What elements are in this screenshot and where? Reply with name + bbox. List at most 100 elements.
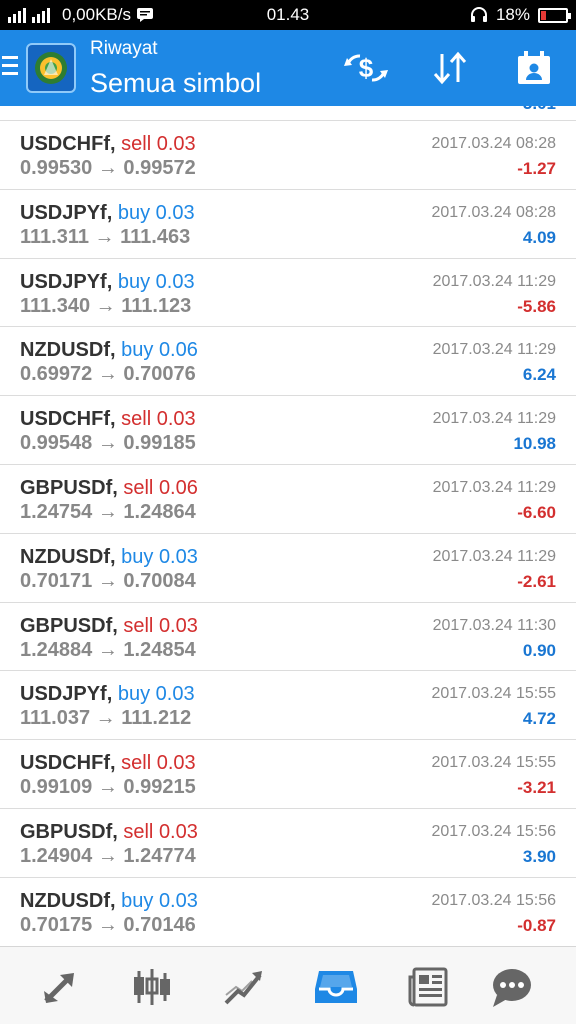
trade-title: USDJPYf, buy 0.03: [20, 202, 195, 225]
close-price: 0.70076: [123, 363, 196, 386]
list-item[interactable]: NZDUSDf, buy 0.03 0.70171 → 0.70084 2017.0…: [0, 534, 576, 603]
trade-title: NZDUSDf, buy 0.03: [20, 546, 198, 569]
trade-side: sell: [121, 752, 152, 775]
arrow-right-icon: →: [92, 157, 124, 179]
list-item[interactable]: GBPUSDf, sell 0.03 1.24904 → 1.24774 2017.…: [0, 809, 576, 878]
trade-side: sell: [121, 133, 152, 155]
nav-chart-candles-icon[interactable]: [126, 961, 178, 1013]
open-price: 0.99548: [20, 432, 93, 455]
trade-side-volume: buy 0.03: [121, 890, 198, 912]
arrow-right-icon: →: [92, 569, 124, 592]
trade-symbol: NZDUSDf: [20, 339, 110, 362]
list-item[interactable]: USDCHFf, sell 0.03 0.99530 → 0.99572 2017.…: [0, 121, 576, 190]
trade-side-volume: buy 0.03: [121, 546, 198, 568]
trade-title: USDJPYf, buy 0.03: [20, 271, 195, 294]
separator: ,: [110, 889, 122, 912]
trade-volume: 0.03: [156, 408, 196, 431]
trade-history-list[interactable]: 5.01 USDCHFf, sell 0.030.99530 → 0.99572…: [0, 106, 576, 946]
trade-prices: 1.24904 → 1.24774: [20, 845, 196, 868]
arrow-right-icon: →: [92, 638, 124, 661]
headset-icon: [470, 7, 487, 22]
list-item[interactable]: USDCHFf, sell 0.03 0.99109 → 0.99215 2017.…: [0, 740, 576, 809]
trade-prices: 0.70175 → 0.70146: [20, 914, 196, 937]
trade-title: GBPUSDf, sell 0.03: [20, 615, 198, 638]
list-item[interactable]: NZDUSDf, buy 0.06 0.69972 → 0.70076 2017.0…: [0, 327, 576, 397]
trade-volume: 0.03: [158, 889, 198, 912]
trade-time: 2017.03.24 15:56: [431, 822, 556, 840]
status-right: 18%: [470, 5, 571, 25]
trade-profit: -3.21: [517, 778, 556, 798]
list-item[interactable]: USDCHFf, sell 0.03 0.99548 → 0.99185 2017.…: [0, 396, 576, 465]
trade-time: 2017.03.24 11:29: [432, 547, 556, 565]
nav-trend-icon[interactable]: [218, 961, 270, 1013]
open-price: 111.340: [20, 294, 91, 317]
list-item[interactable]: USDJPYf, buy 0.03 111.311 → 111.463 2017.0…: [0, 190, 576, 259]
arrow-right-icon: →: [92, 363, 124, 386]
trade-profit: 0.90: [522, 640, 556, 660]
trade-volume: 0.03: [155, 270, 195, 293]
trade-time: 2017.03.24 15:55: [431, 685, 556, 703]
close-price: 1.24854: [123, 638, 196, 661]
sort-icon[interactable]: [428, 48, 472, 88]
battery-icon: [538, 7, 571, 23]
trade-volume: 0.03: [156, 133, 196, 155]
nav-news-icon[interactable]: [402, 961, 454, 1013]
open-price: 1.24884: [20, 638, 93, 661]
separator: ,: [110, 339, 122, 362]
close-price: 111.123: [121, 294, 192, 317]
trade-symbol: USDJPYf: [20, 270, 107, 293]
close-price: 0.70084: [123, 569, 196, 592]
nav-history-inbox-icon[interactable]: [310, 961, 362, 1013]
trade-side: buy: [121, 339, 154, 362]
trade-side-volume: sell 0.06: [123, 477, 198, 499]
trade-side-volume: sell 0.03: [123, 821, 198, 843]
open-price: 0.99109: [20, 776, 93, 799]
list-item-partial[interactable]: 5.01: [0, 106, 576, 121]
list-item[interactable]: USDJPYf, buy 0.03 111.037 → 111.212 2017.0…: [0, 671, 576, 741]
arrow-right-icon: →: [92, 776, 124, 799]
trade-time: 2017.03.24 08:28: [431, 135, 556, 152]
menu-icon[interactable]: [2, 56, 18, 78]
trade-symbol: USDJPYf: [20, 201, 107, 224]
trade-time: 2017.03.24 11:30: [432, 616, 556, 634]
close-price: 0.99215: [123, 776, 196, 799]
currency-exchange-icon[interactable]: $: [344, 48, 388, 88]
trade-side-volume: buy 0.03: [118, 202, 195, 224]
trade-profit: 6.24: [522, 365, 556, 385]
bottom-navigation: [0, 946, 576, 1024]
trade-volume: 0.03: [155, 201, 195, 224]
separator: ,: [110, 752, 122, 775]
app-title[interactable]: Semua simbol: [90, 68, 261, 99]
metatrader-logo[interactable]: [26, 43, 76, 93]
separator: ,: [112, 476, 124, 499]
app-bar: Riwayat Semua simbol $: [0, 30, 576, 106]
list-item[interactable]: GBPUSDf, sell 0.03 1.24884 → 1.24854 2017.…: [0, 603, 576, 672]
open-price: 1.24754: [20, 500, 93, 523]
trade-symbol: USDCHFf: [20, 752, 110, 775]
separator: ,: [112, 820, 124, 843]
list-item[interactable]: NZDUSDf, buy 0.03 0.70175 → 0.70146 2017.0…: [0, 878, 576, 946]
trade-symbol: GBPUSDf: [20, 614, 113, 637]
list-item[interactable]: USDJPYf, buy 0.03 111.340 → 111.123 2017.0…: [0, 259, 576, 328]
arrow-right-icon: →: [88, 225, 121, 248]
nav-chat-icon[interactable]: [486, 961, 538, 1013]
trade-side: sell: [123, 820, 154, 843]
nav-trade-icon[interactable]: [34, 961, 86, 1013]
trade-volume: 0.03: [155, 683, 195, 706]
trade-side: buy: [117, 270, 151, 293]
calendar-user-icon[interactable]: [512, 48, 556, 88]
svg-text:$: $: [359, 53, 374, 83]
trade-side-volume: sell 0.03: [123, 615, 198, 637]
open-price: 0.70171: [20, 569, 93, 592]
list-item[interactable]: GBPUSDf, sell 0.06 1.24754 → 1.24864 2017.…: [0, 465, 576, 534]
trade-symbol: USDCHFf: [20, 408, 110, 431]
trade-prices: 111.037 → 111.212: [20, 707, 191, 730]
trade-side: buy: [117, 683, 151, 706]
battery-percent: 18%: [495, 5, 530, 24]
trade-time: 2017.03.24 11:29: [432, 272, 556, 290]
trade-prices: 0.69972 → 0.70076: [20, 363, 196, 386]
trade-symbol: NZDUSDf: [20, 545, 110, 568]
separator: ,: [110, 408, 122, 431]
trade-side: buy: [117, 201, 151, 224]
close-price: 111.212: [121, 707, 192, 730]
